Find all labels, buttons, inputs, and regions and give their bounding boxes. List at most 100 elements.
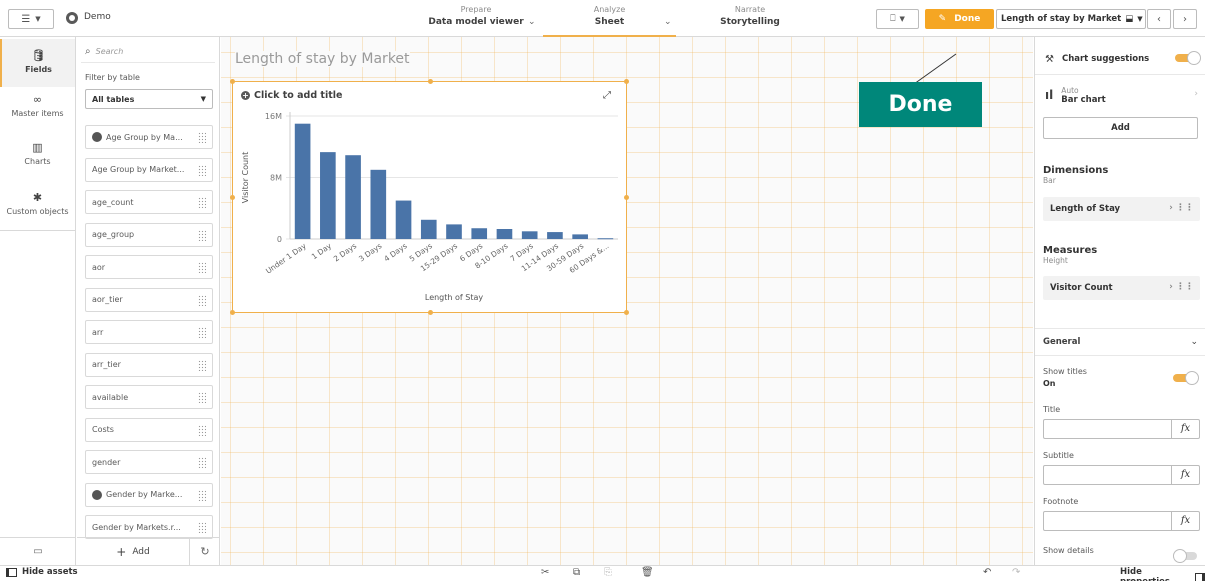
rail-item-label: Custom objects xyxy=(6,207,69,216)
footnote-input[interactable]: fx xyxy=(1043,511,1200,531)
bookmark-button[interactable]: ⎕ ▼ xyxy=(876,9,919,29)
drag-handle-icon[interactable] xyxy=(198,132,206,143)
caret-down-icon: ▼ xyxy=(200,95,206,103)
caret-down-icon: ▼ xyxy=(35,15,41,23)
subtitle-input[interactable]: fx xyxy=(1043,465,1200,485)
drag-handle-icon[interactable] xyxy=(198,489,206,501)
sheet-selector[interactable]: Length of stay by Market ⬓ ▼ xyxy=(996,9,1146,29)
search-input[interactable]: ⌕ Search xyxy=(81,41,215,63)
drag-handle-icon[interactable] xyxy=(198,262,206,273)
copy-icon[interactable]: ⧉ xyxy=(573,567,580,578)
bar-chart-icon: ıl xyxy=(1045,88,1054,102)
chart-title-placeholder[interactable]: + Click to add title xyxy=(241,90,342,101)
general-section-header[interactable]: General ⌄ xyxy=(1035,335,1205,349)
drag-handle-icon[interactable] xyxy=(198,457,206,468)
drag-handle-icon[interactable] xyxy=(198,164,206,176)
caret-down-icon: ▼ xyxy=(899,15,905,23)
hide-properties-button[interactable]: Hide properties xyxy=(1120,567,1205,581)
drag-handle-icon[interactable] xyxy=(198,327,206,338)
drag-handle-icon[interactable] xyxy=(198,197,206,208)
bar xyxy=(471,228,488,239)
field-item[interactable]: Gender by Markets.r... xyxy=(85,515,213,539)
field-label: Age Group by Ma... xyxy=(106,132,183,142)
chevron-down-icon[interactable]: ⌄ xyxy=(664,17,672,27)
chart-type-selector[interactable]: ıl Auto Bar chart › xyxy=(1035,81,1205,109)
field-item[interactable]: Age Group by Market... xyxy=(85,157,213,182)
chevron-right-icon: › xyxy=(1194,89,1198,99)
drag-handle-icon[interactable]: › ⋮⋮ xyxy=(1169,282,1194,292)
previous-sheet-button[interactable]: ‹ xyxy=(1147,9,1171,29)
expand-icon[interactable]: ⤢ xyxy=(603,90,611,101)
redo-icon[interactable]: ↷ xyxy=(1012,567,1020,578)
link-icon: ∞ xyxy=(32,93,43,106)
rail-item-master-items[interactable]: ∞ Master items xyxy=(0,87,75,127)
field-item[interactable]: Gender by Marke... xyxy=(85,482,213,507)
paste-icon[interactable]: ⎘ xyxy=(604,567,612,578)
field-item[interactable]: arr xyxy=(85,320,213,344)
delete-icon[interactable]: 🗑 xyxy=(641,567,654,578)
global-menu-button[interactable]: ☰ ▼ xyxy=(8,9,54,29)
chart-suggestions-toggle[interactable] xyxy=(1175,51,1201,65)
drag-handle-icon[interactable] xyxy=(198,229,206,241)
x-tick-label: 3 Days xyxy=(357,241,383,263)
drag-handle-icon[interactable] xyxy=(198,294,206,306)
rail-item-fields[interactable]: 🛢 Fields xyxy=(0,39,75,87)
field-item[interactable]: aor_tier xyxy=(85,287,213,312)
resize-handle[interactable] xyxy=(230,310,235,315)
done-button[interactable]: ✎ Done xyxy=(925,9,994,29)
refresh-icon[interactable]: ↻ xyxy=(190,545,220,558)
sheet-title[interactable]: Length of stay by Market xyxy=(235,51,410,67)
layout-icon[interactable]: ▭ xyxy=(33,546,42,557)
field-item[interactable]: Costs xyxy=(85,417,213,442)
table-filter-select[interactable]: All tables ▼ xyxy=(85,89,213,109)
tab-prepare[interactable]: Prepare Data model viewer xyxy=(426,4,526,37)
resize-handle[interactable] xyxy=(428,79,433,84)
add-data-label: Add xyxy=(132,546,150,557)
undo-icon[interactable]: ↶ xyxy=(983,567,991,578)
fx-button[interactable]: fx xyxy=(1171,466,1199,484)
resize-handle[interactable] xyxy=(624,195,629,200)
title-input[interactable]: fx xyxy=(1043,419,1200,439)
tab-prepare-label: Prepare xyxy=(460,5,492,14)
resize-handle[interactable] xyxy=(624,310,629,315)
resize-handle[interactable] xyxy=(230,79,235,84)
drag-handle-icon[interactable] xyxy=(198,522,206,533)
add-button[interactable]: Add xyxy=(1043,117,1198,139)
y-tick-label: 16M xyxy=(265,112,282,121)
drag-handle-icon[interactable]: › ⋮⋮ xyxy=(1169,203,1194,213)
rail-item-custom-objects[interactable]: ✱ Custom objects xyxy=(0,185,75,225)
bookmark-icon: ⎕ xyxy=(890,14,896,24)
hide-assets-button[interactable]: Hide assets xyxy=(6,567,78,577)
resize-handle[interactable] xyxy=(428,310,433,315)
field-item[interactable]: gender xyxy=(85,450,213,474)
tab-narrate[interactable]: Narrate Storytelling xyxy=(700,4,800,37)
drag-handle-icon[interactable] xyxy=(198,392,206,403)
fields-panel: ⌕ Search Filter by table All tables ▼ Ag… xyxy=(77,37,220,565)
field-item[interactable]: available xyxy=(85,385,213,409)
field-item[interactable]: aor xyxy=(85,255,213,279)
add-data-button[interactable]: + Add xyxy=(77,538,190,565)
chevron-down-icon[interactable]: ⌄ xyxy=(528,17,536,27)
field-item[interactable]: age_group xyxy=(85,222,213,247)
next-sheet-button[interactable]: › xyxy=(1173,9,1197,29)
measure-item[interactable]: Visitor Count › ⋮⋮ xyxy=(1043,276,1200,300)
field-item[interactable]: arr_tier xyxy=(85,352,213,377)
tab-analyze[interactable]: Analyze Sheet xyxy=(543,4,676,37)
bar-chart: 16M 8M 0 Visitor Count Under 1 Day 1 Day2 Day… xyxy=(241,112,618,302)
rail-item-charts[interactable]: ▥ Charts xyxy=(0,135,75,175)
filter-label: Filter by table xyxy=(85,73,140,82)
field-item[interactable]: age_count xyxy=(85,190,213,214)
drag-handle-icon[interactable] xyxy=(198,359,206,371)
puzzle-icon: ✱ xyxy=(32,191,43,204)
show-details-toggle[interactable] xyxy=(1173,549,1199,563)
bar xyxy=(395,200,412,239)
drag-handle-icon[interactable] xyxy=(198,424,206,436)
dimension-item[interactable]: Length of Stay › ⋮⋮ xyxy=(1043,197,1200,221)
field-item[interactable]: Age Group by Ma... xyxy=(85,125,213,149)
fx-button[interactable]: fx xyxy=(1171,512,1199,530)
x-tick-label: Under 1 Day xyxy=(264,241,308,276)
show-titles-toggle[interactable] xyxy=(1173,371,1199,385)
resize-handle[interactable] xyxy=(624,79,629,84)
cut-icon[interactable]: ✂ xyxy=(541,567,549,578)
fx-button[interactable]: fx xyxy=(1171,420,1199,438)
